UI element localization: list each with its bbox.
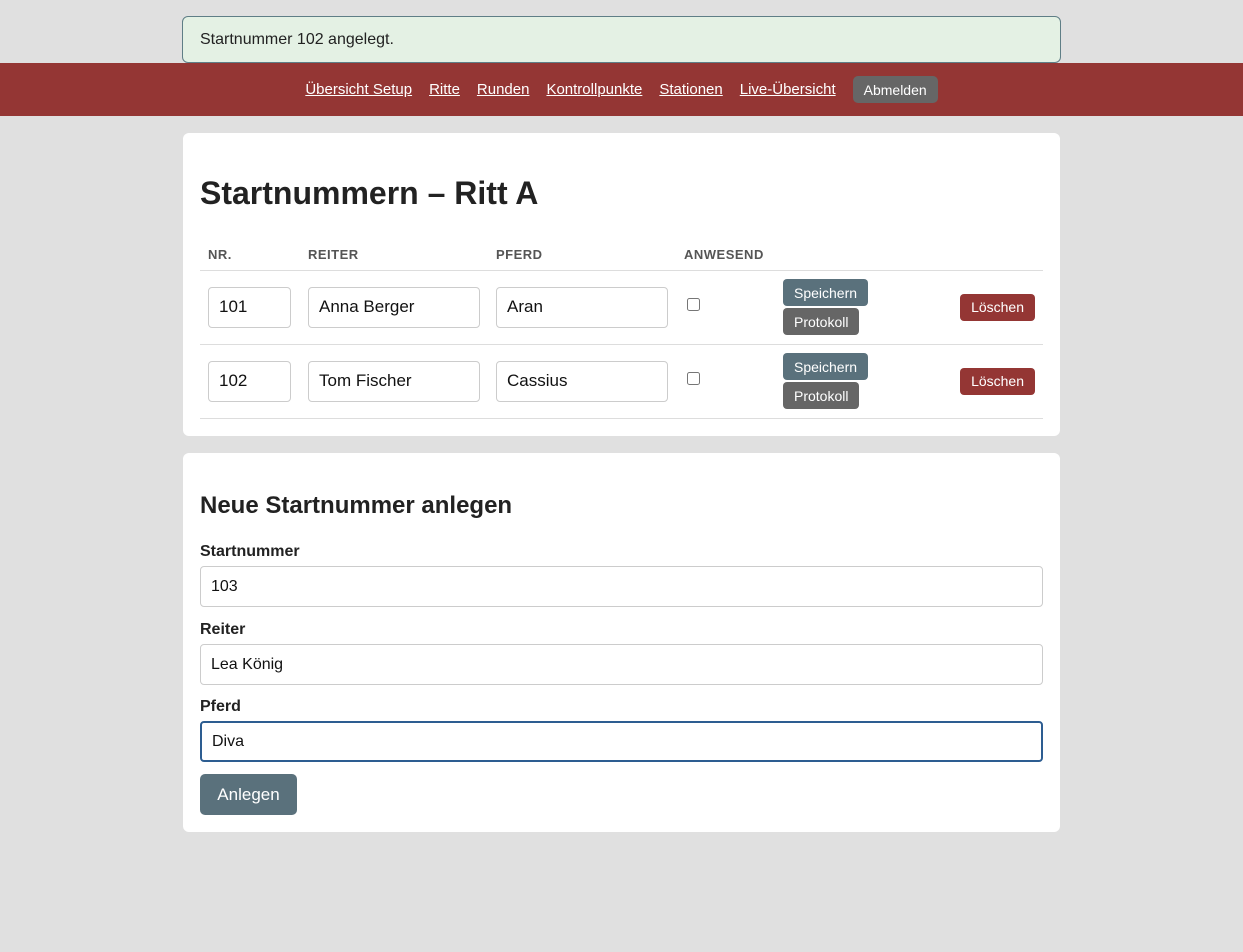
anwesend-checkbox[interactable] <box>687 298 700 311</box>
table-row: Speichern Protokoll Löschen <box>200 270 1043 345</box>
navbar: Übersicht Setup Ritte Runden Kontrollpun… <box>0 63 1243 116</box>
pferd-input[interactable] <box>496 286 668 328</box>
startnummer-label: Startnummer <box>200 543 300 560</box>
page-title: Startnummern – Ritt A <box>200 175 539 211</box>
startnummern-card: Startnummern – Ritt A NR. REITER PFERD A… <box>183 133 1060 436</box>
anlegen-button[interactable]: Anlegen <box>200 774 297 815</box>
delete-button[interactable]: Löschen <box>960 367 1035 395</box>
reiter-label: Reiter <box>200 621 246 638</box>
nav-link-live-uebersicht[interactable]: Live-Übersicht <box>740 81 836 98</box>
nr-input[interactable] <box>208 286 291 328</box>
save-button[interactable]: Speichern <box>783 279 869 306</box>
nav-link-runden[interactable]: Runden <box>477 81 530 98</box>
reiter-field[interactable] <box>200 644 1043 685</box>
pferd-input[interactable] <box>496 360 668 402</box>
save-button[interactable]: Speichern <box>783 353 869 380</box>
startnummern-table: NR. REITER PFERD ANWESEND Speichern Prot… <box>200 239 1043 419</box>
nav-link-stationen[interactable]: Stationen <box>659 81 722 98</box>
new-startnummer-card: Neue Startnummer anlegen Startnummer Rei… <box>183 453 1060 832</box>
logout-button[interactable]: Abmelden <box>852 76 938 103</box>
reiter-input[interactable] <box>308 286 480 328</box>
anwesend-checkbox[interactable] <box>687 372 700 385</box>
column-header-anwesend: ANWESEND <box>676 239 775 271</box>
pferd-label: Pferd <box>200 698 241 715</box>
nav-link-uebersicht-setup[interactable]: Übersicht Setup <box>305 81 412 98</box>
protokoll-button[interactable]: Protokoll <box>783 308 860 335</box>
nav-link-ritte[interactable]: Ritte <box>429 81 460 98</box>
protokoll-button[interactable]: Protokoll <box>783 382 860 409</box>
nav-link-kontrollpunkte[interactable]: Kontrollpunkte <box>546 81 642 98</box>
column-header-nr: NR. <box>200 239 300 271</box>
column-header-pferd: PFERD <box>488 239 676 271</box>
table-header-row: NR. REITER PFERD ANWESEND <box>200 239 1043 271</box>
column-header-reiter: REITER <box>300 239 488 271</box>
form-title: Neue Startnummer anlegen <box>200 492 513 519</box>
nr-input[interactable] <box>208 360 291 402</box>
flash-text: Startnummer 102 angelegt. <box>200 30 394 48</box>
pferd-field[interactable] <box>200 721 1043 762</box>
table-row: Speichern Protokoll Löschen <box>200 344 1043 419</box>
startnummer-field[interactable] <box>200 566 1043 607</box>
delete-button[interactable]: Löschen <box>960 293 1035 321</box>
reiter-input[interactable] <box>308 360 480 402</box>
flash-message: Startnummer 102 angelegt. <box>182 16 1061 63</box>
column-header-actions <box>775 239 1043 271</box>
